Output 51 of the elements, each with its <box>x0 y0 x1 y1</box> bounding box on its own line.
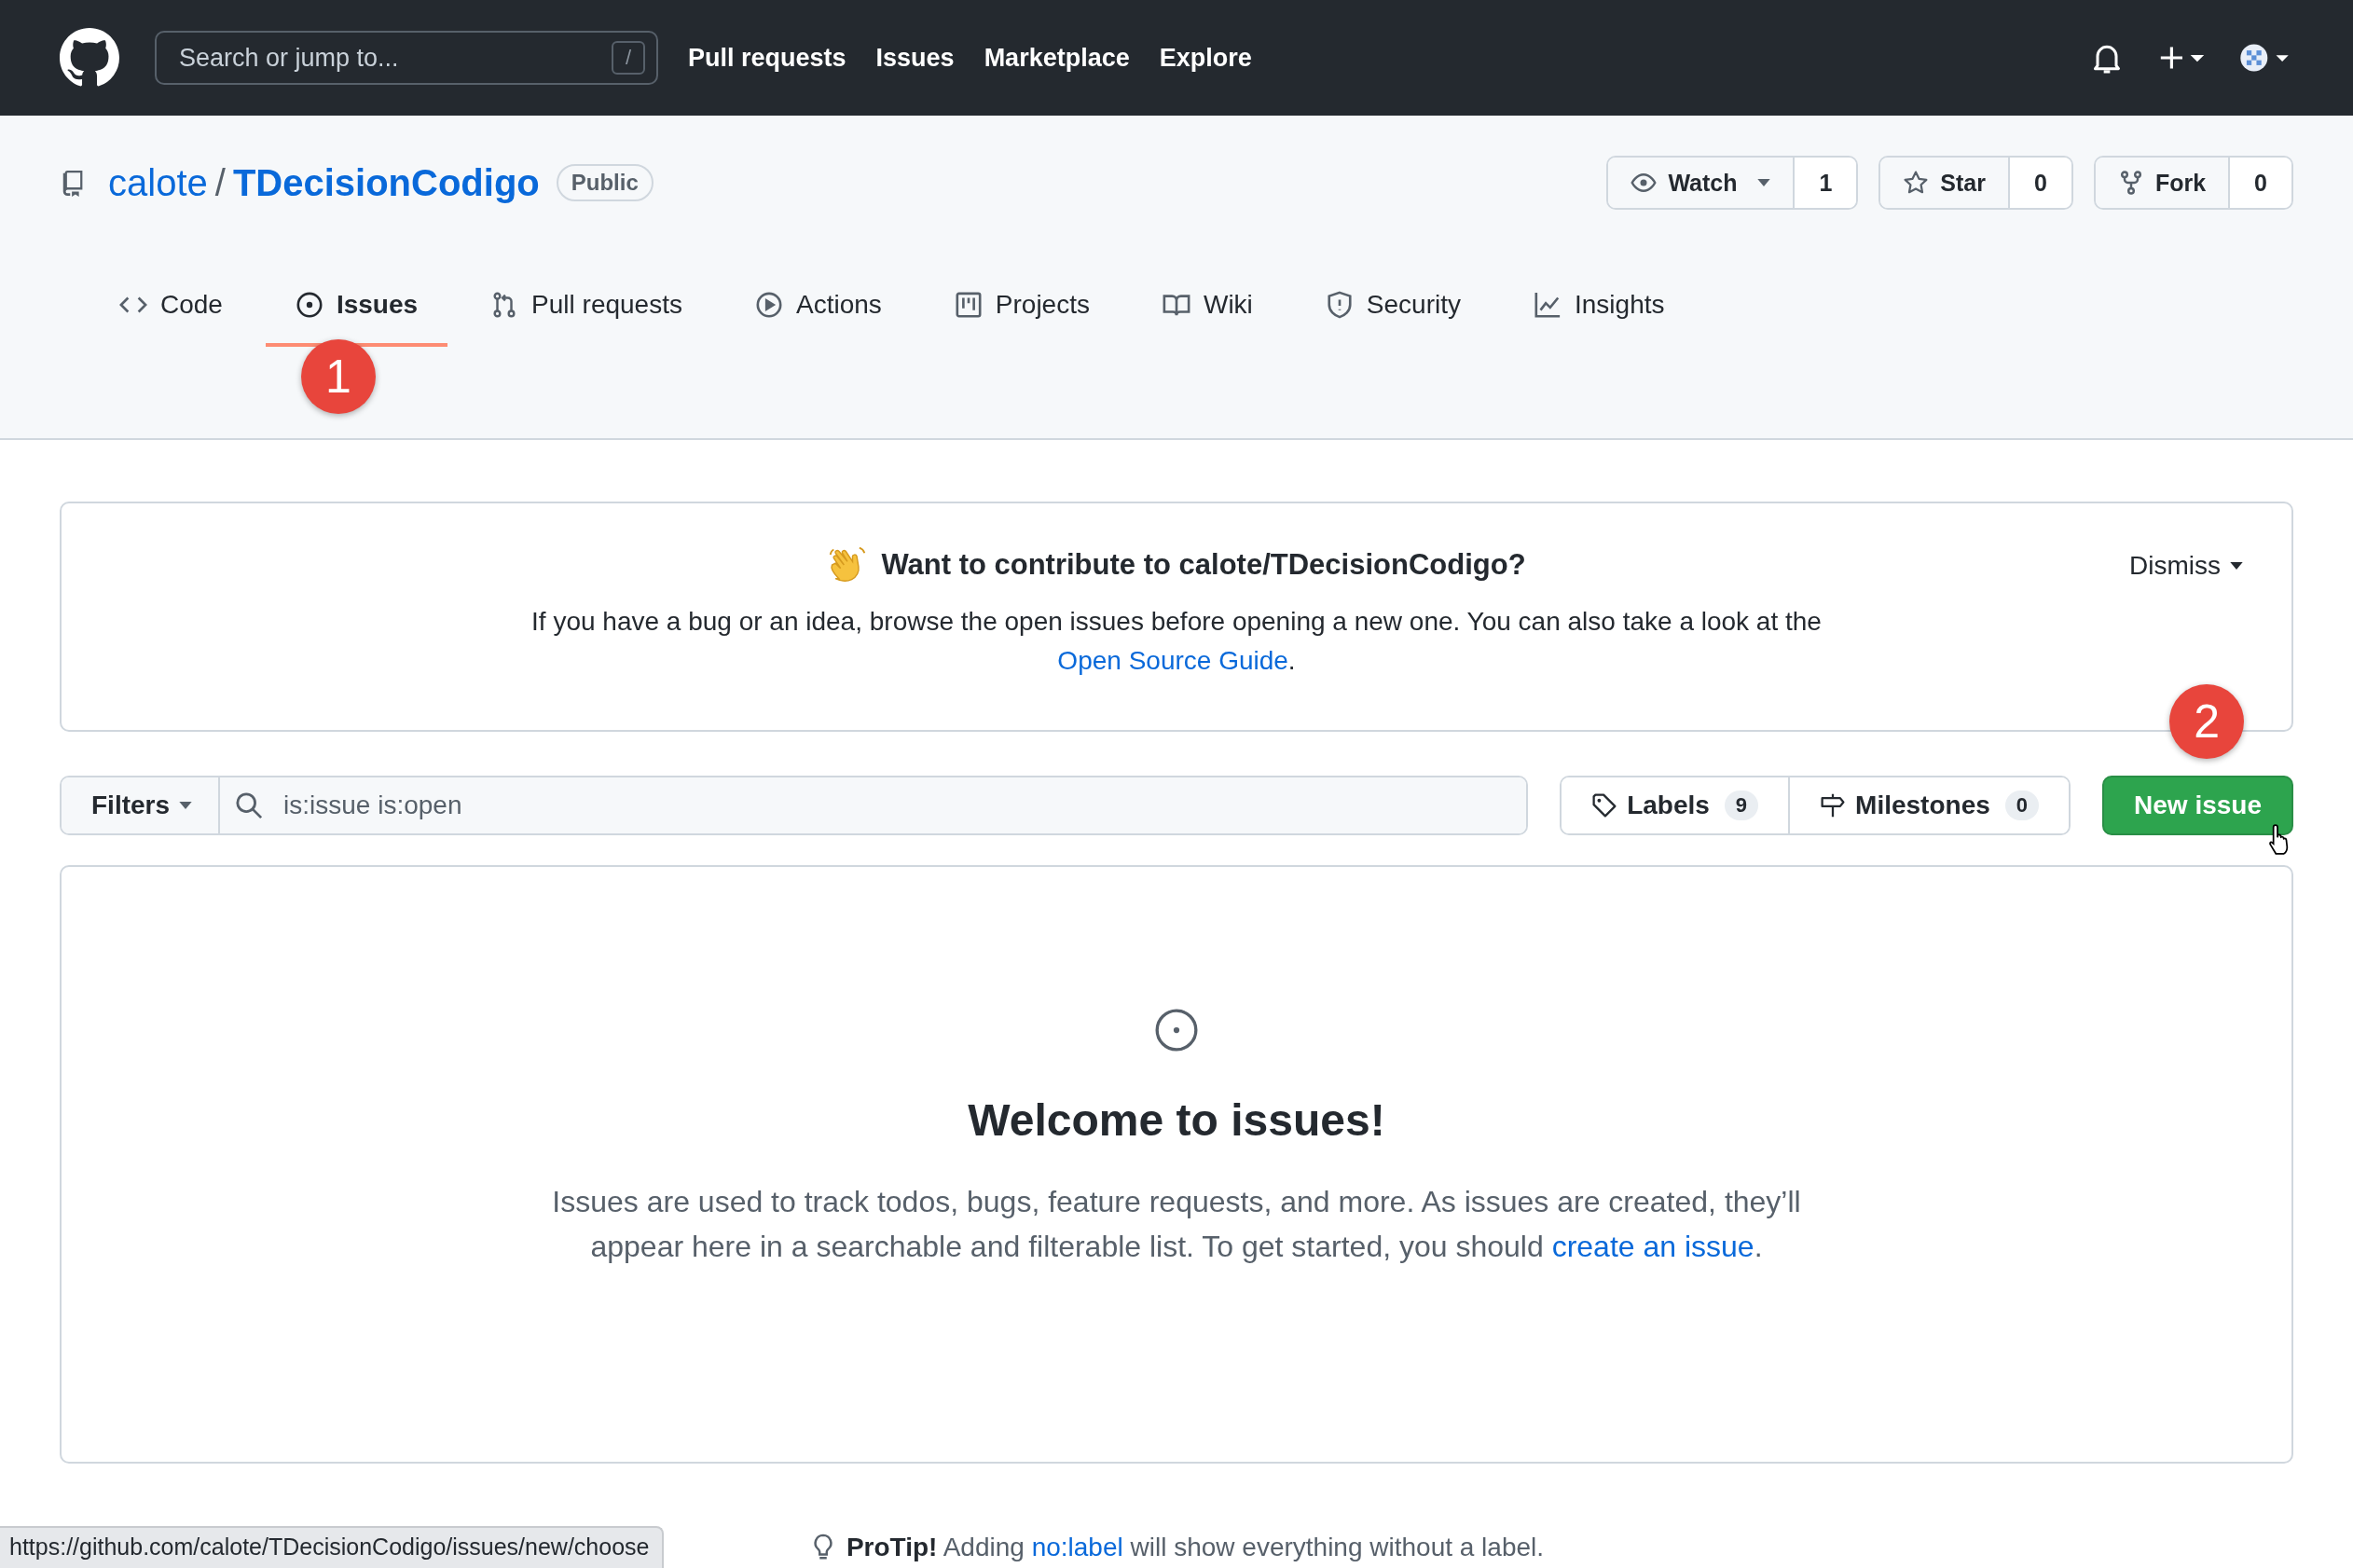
banner-text: If you have a bug or an idea, browse the open issues before opening a new one. You can also take a look at the Open Source Guide. <box>530 606 1823 677</box>
insights-tab-icon <box>1534 291 1562 319</box>
tag-icon <box>1591 792 1618 818</box>
nav-link[interactable]: Marketplace <box>984 43 1130 73</box>
repository-tab[interactable]: Insights <box>1504 267 1695 347</box>
count-label[interactable]: 1 <box>1795 158 1857 208</box>
banner-title: Want to contribute to calote/TDecisionCodigo? <box>881 548 1526 582</box>
repository-owner-link[interactable]: calote <box>108 161 208 204</box>
fork-button[interactable]: Fork <box>2095 158 2231 208</box>
repository-tab[interactable]: Actions <box>725 267 912 347</box>
protip-text: ProTip! Adding no:label will show everything without a label. <box>846 1533 1545 1562</box>
count-label[interactable]: 0 <box>2230 158 2291 208</box>
annotation-marker: 1 <box>300 339 376 414</box>
milestones-count: 0 <box>2004 791 2040 820</box>
visibility-label: Public <box>556 164 654 201</box>
caret-icon <box>2230 562 2243 570</box>
open-source-guide-link[interactable]: Open Source Guide <box>1057 646 1288 675</box>
slash-key-hint: / <box>612 41 645 75</box>
nav-link[interactable]: Issues <box>875 43 955 73</box>
labels-count: 9 <box>1724 791 1759 820</box>
search-placeholder: Search or jump to... <box>179 43 399 73</box>
empty-state-title: Welcome to issues! <box>968 1094 1385 1146</box>
actions-tab-icon <box>755 291 783 319</box>
octocat-logo-icon[interactable] <box>60 28 119 88</box>
repository-name-link[interactable]: TDecisionCodigo <box>232 161 540 204</box>
repository-tab[interactable]: Security <box>1295 267 1491 347</box>
empty-state-text: Issues are used to track todos, bugs, feature requests, and more. As issues are created, they’ll appear here in a searchable and filterable list. To get started, you should create an issue. <box>551 1184 1802 1265</box>
nav-link[interactable]: Pull requests <box>688 43 846 73</box>
caret-icon <box>1757 179 1771 186</box>
path-separator: / <box>214 161 226 204</box>
annotation-marker: 2 <box>2169 684 2245 759</box>
repository-tab[interactable]: Code <box>89 267 253 347</box>
star-icon <box>1903 170 1930 196</box>
milestones-button[interactable]: Milestones 0 <box>1788 777 2070 833</box>
no-label-link[interactable]: no:label <box>1031 1533 1123 1561</box>
star-button[interactable]: Star <box>1880 158 2010 208</box>
create-issue-link[interactable]: create an issue <box>1551 1230 1754 1263</box>
repository-tab[interactable]: Pull requests <box>461 267 712 347</box>
security-tab-icon <box>1325 291 1354 319</box>
issue-opened-icon <box>1153 1007 1200 1053</box>
count-label[interactable]: 0 <box>2010 158 2071 208</box>
issues-tab-icon <box>295 291 323 319</box>
projects-tab-icon <box>954 291 983 319</box>
dismiss-dropdown[interactable]: Dismiss <box>2124 550 2249 582</box>
signpost-icon <box>1820 792 1847 818</box>
search-field[interactable]: Search or jump to... / <box>155 31 658 85</box>
repository-tab[interactable]: Projects <box>924 267 1120 347</box>
repository-tab[interactable]: Wiki <box>1132 267 1283 347</box>
watch-button[interactable]: Watch <box>1608 158 1796 208</box>
nav-link[interactable]: Explore <box>1159 43 1252 73</box>
status-bar-url: https://github.com/calote/TDecisionCodigo/issues/new/choose <box>0 1526 665 1568</box>
